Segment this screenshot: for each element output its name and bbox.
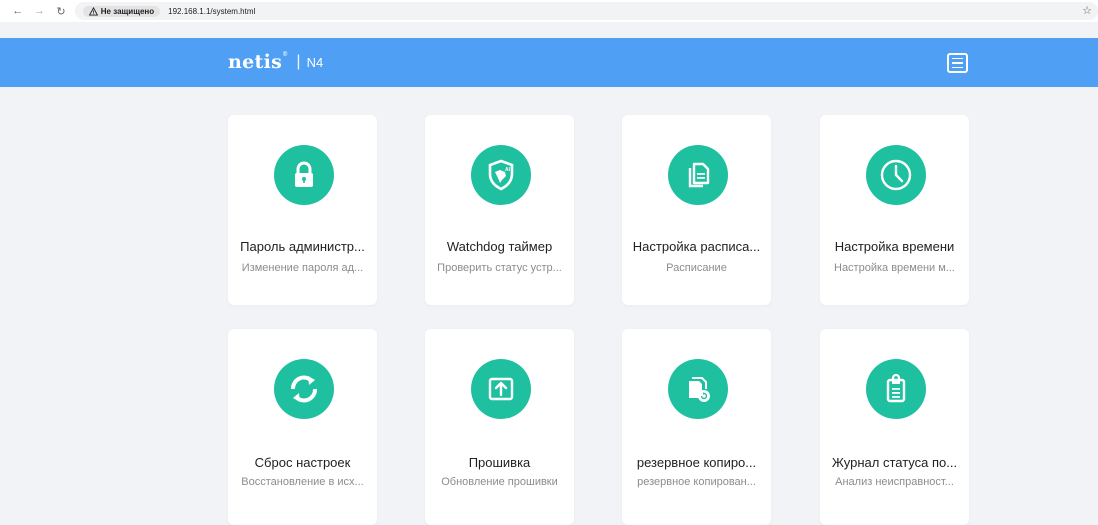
svg-text:AI: AI [505, 167, 511, 173]
card-subtitle: Проверить статус устр... [437, 262, 562, 274]
backup-icon [668, 359, 728, 419]
address-bar[interactable]: Не защищено 192.168.1.1/system.html [74, 2, 1098, 20]
card-firmware[interactable]: Прошивка Обновление прошивки [425, 329, 574, 525]
brand: netis® | N4 [228, 51, 323, 73]
clock-icon [866, 145, 926, 205]
brand-separator: | [296, 53, 301, 70]
security-indicator[interactable]: Не защищено [82, 5, 161, 17]
card-title: резервное копиро... [636, 455, 757, 470]
firmware-upload-icon [471, 359, 531, 419]
clipboard-log-icon [866, 359, 926, 419]
security-label: Не защищено [100, 6, 155, 16]
card-title: Настройка расписа... [632, 239, 761, 254]
url-text[interactable]: 192.168.1.1/system.html [168, 7, 255, 16]
bookmark-star-icon[interactable]: ☆ [1082, 4, 1092, 17]
lock-icon [274, 145, 334, 205]
netis-logo: netis® [228, 51, 289, 73]
card-title: Watchdog таймер [446, 239, 553, 254]
card-title: Журнал статуса по... [831, 455, 958, 470]
card-subtitle: Обновление прошивки [441, 476, 558, 488]
card-time-settings[interactable]: Настройка времени Настройка времени м... [820, 115, 969, 305]
model-name: N4 [306, 54, 324, 70]
card-subtitle: Изменение пароля ад... [241, 262, 364, 274]
card-title: Пароль администр... [240, 239, 365, 254]
card-admin-password[interactable]: Пароль администр... Изменение пароля ад.… [228, 115, 377, 305]
card-subtitle: резервное копирован... [637, 476, 756, 488]
card-watchdog-timer[interactable]: AI Watchdog таймер Проверить статус устр… [425, 115, 574, 305]
browser-toolbar: ← → ↻ Не защищено 192.168.1.1/system.htm… [0, 0, 1098, 22]
watchdog-shield-icon: AI [471, 145, 531, 205]
forward-arrow-icon[interactable]: → [32, 3, 48, 19]
card-subtitle: Восстановление в исх... [241, 476, 364, 488]
reset-arrows-icon [274, 359, 334, 419]
card-subtitle: Анализ неисправност... [835, 476, 954, 488]
schedule-document-icon [668, 145, 728, 205]
card-subtitle: Настройка времени м... [834, 262, 955, 274]
card-title: Сброс настроек [254, 455, 351, 470]
card-system-log[interactable]: Журнал статуса по... Анализ неисправност… [820, 329, 969, 525]
back-arrow-icon[interactable]: ← [10, 3, 26, 19]
reload-icon[interactable]: ↻ [53, 3, 69, 19]
card-subtitle: Расписание [666, 262, 727, 274]
menu-icon[interactable] [947, 53, 968, 73]
card-factory-reset[interactable]: Сброс настроек Восстановление в исх... [228, 329, 377, 525]
app-header: netis® | N4 [0, 38, 1098, 87]
card-backup[interactable]: резервное копиро... резервное копирован.… [622, 329, 771, 525]
warning-triangle-icon [88, 6, 98, 16]
card-schedule[interactable]: Настройка расписа... Расписание [622, 115, 771, 305]
card-title: Настройка времени [834, 239, 955, 254]
card-title: Прошивка [468, 455, 531, 470]
